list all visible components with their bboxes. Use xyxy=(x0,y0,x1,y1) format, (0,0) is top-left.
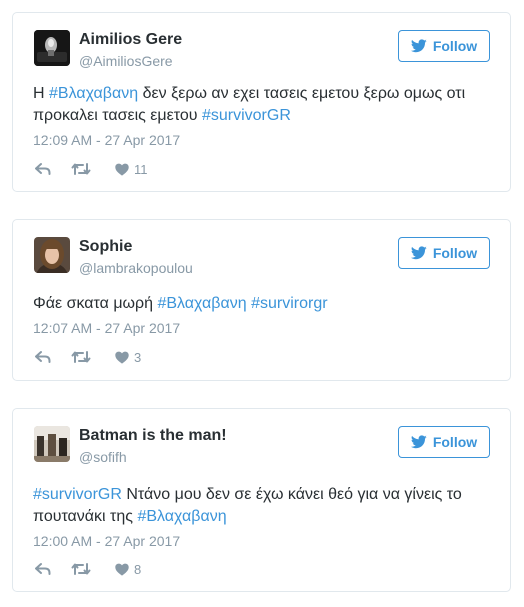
twitter-bird-icon xyxy=(410,39,427,53)
tweet-text-segment: Φάε σκατα μωρή xyxy=(33,295,158,312)
user-name[interactable]: Aimilios Gere xyxy=(79,31,182,49)
tweet-card: Batman is the man! @sofifh Follow #survi… xyxy=(12,408,511,592)
like-count: 11 xyxy=(134,161,148,177)
reply-icon xyxy=(35,351,51,363)
follow-label: Follow xyxy=(432,38,478,54)
user-name[interactable]: Sophie xyxy=(79,238,132,256)
avatar[interactable] xyxy=(34,426,70,462)
retweet-button[interactable] xyxy=(71,350,91,364)
reply-button[interactable] xyxy=(35,350,51,364)
hashtag-link[interactable]: #survivorGR xyxy=(33,486,122,503)
retweet-icon xyxy=(71,351,91,363)
user-name[interactable]: Batman is the man! xyxy=(79,427,227,445)
like-count: 8 xyxy=(134,561,142,577)
tweet-card: Sophie @lambrakopoulou Follow Φάε σκατα … xyxy=(12,219,511,381)
retweet-icon xyxy=(71,563,91,575)
tweet-timestamp[interactable]: 12:07 AM - 27 Apr 2017 xyxy=(33,320,180,336)
user-handle[interactable]: @lambrakopoulou xyxy=(79,260,193,276)
heart-icon xyxy=(115,163,129,176)
hashtag-link[interactable]: #Βλαχαβανη xyxy=(137,508,226,525)
avatar[interactable] xyxy=(34,237,70,273)
like-button[interactable]: 3 xyxy=(115,350,141,365)
hashtag-link[interactable]: #Βλαχαβανη xyxy=(157,295,246,312)
tweet-card: Aimilios Gere @AimiliosGere Follow Η #Βλ… xyxy=(12,12,511,192)
tweet-text: #survivorGR Ντάνο μου δεν σε έχω κάνει θ… xyxy=(33,484,490,528)
retweet-button[interactable] xyxy=(71,562,91,576)
retweet-icon xyxy=(71,163,91,175)
reply-icon xyxy=(35,563,51,575)
follow-button[interactable]: Follow xyxy=(398,30,490,62)
follow-button[interactable]: Follow xyxy=(398,426,490,458)
reply-button[interactable] xyxy=(35,562,51,576)
heart-icon xyxy=(115,563,129,576)
tweet-timestamp[interactable]: 12:00 AM - 27 Apr 2017 xyxy=(33,533,180,549)
follow-label: Follow xyxy=(432,245,478,261)
hashtag-link[interactable]: #survirorgr xyxy=(251,295,327,312)
hashtag-link[interactable]: #Βλαχαβανη xyxy=(49,85,138,102)
heart-icon xyxy=(115,351,129,364)
like-count: 3 xyxy=(134,349,142,365)
follow-button[interactable]: Follow xyxy=(398,237,490,269)
retweet-button[interactable] xyxy=(71,162,91,176)
twitter-bird-icon xyxy=(410,435,427,449)
like-button[interactable]: 8 xyxy=(115,562,141,577)
tweet-text: Η #Βλαχαβανη δεν ξερω αν εχει τασεις εμε… xyxy=(33,83,490,127)
reply-button[interactable] xyxy=(35,162,51,176)
tweet-text: Φάε σκατα μωρή #Βλαχαβανη #survirorgr xyxy=(33,293,490,315)
reply-icon xyxy=(35,163,51,175)
follow-label: Follow xyxy=(432,434,478,450)
tweet-text-segment: Η xyxy=(33,85,49,102)
like-button[interactable]: 11 xyxy=(115,162,148,177)
tweet-timestamp[interactable]: 12:09 AM - 27 Apr 2017 xyxy=(33,132,180,148)
user-handle[interactable]: @AimiliosGere xyxy=(79,53,173,69)
user-handle[interactable]: @sofifh xyxy=(79,449,127,465)
hashtag-link[interactable]: #survivorGR xyxy=(202,107,291,124)
avatar[interactable] xyxy=(34,30,70,66)
twitter-bird-icon xyxy=(410,246,427,260)
